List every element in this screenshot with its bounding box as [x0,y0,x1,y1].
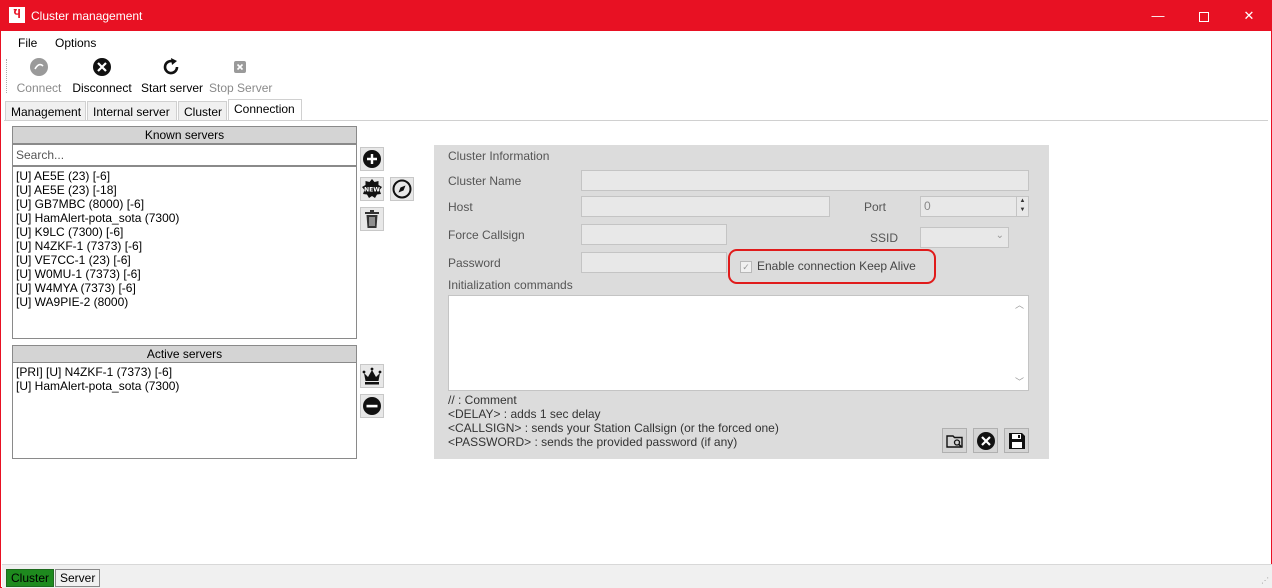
status-bar: Cluster Server ⋰ [2,564,1272,588]
active-servers-header: Active servers [12,345,357,363]
tab-bar: Management Internal server Cluster Conne… [1,99,1271,121]
compass-icon [392,179,412,199]
active-servers-list[interactable]: [PRI] [U] N4ZKF-1 (7373) [-6] [U] HamAle… [12,362,357,459]
app-window: Ⴏ Cluster management — ✕ File Options Co… [0,0,1272,588]
cluster-name-field[interactable] [581,170,1029,191]
folder-search-icon [945,434,963,448]
chevron-down-icon: ⌄ [995,230,1004,241]
spin-arrows-icon[interactable]: ▲ ▼ [1016,197,1028,216]
help-callsign: <CALLSIGN> : sends your Station Callsign… [448,421,779,435]
list-item[interactable]: [U] VE7CC-1 (23) [-6] [16,253,353,267]
tab-cluster[interactable]: Cluster [178,101,227,121]
delete-server-button[interactable] [360,207,384,231]
save-icon [1008,432,1025,449]
maximize-icon [1199,11,1209,22]
clear-commands-button[interactable] [973,428,998,453]
connect-button[interactable]: Connect [15,57,63,97]
list-item[interactable]: [U] HamAlert-pota_sota (7300) [16,211,353,225]
force-callsign-field[interactable] [581,224,727,245]
disconnect-icon [93,58,111,76]
connect-label: Connect [16,81,62,95]
stop-server-button[interactable]: Stop Server [209,57,273,97]
status-server-button[interactable]: Server [55,569,101,587]
help-delay: <DELAY> : adds 1 sec delay [448,407,601,421]
maximize-button[interactable] [1181,1,1227,31]
stop-icon [234,61,246,73]
port-value: 0 [924,199,931,213]
cluster-info-title: Cluster Information [448,149,550,163]
menu-options[interactable]: Options [55,36,96,50]
clear-circle-icon [976,431,995,450]
open-file-button[interactable] [942,428,967,453]
save-button[interactable] [1004,428,1029,453]
known-servers-list[interactable]: [U] AE5E (23) [-6] [U] AE5E (23) [-18] [… [12,166,357,339]
init-commands-label: Initialization commands [448,278,573,292]
add-server-button[interactable] [360,147,384,171]
crown-icon [362,367,382,385]
password-label: Password [448,256,501,270]
list-item[interactable]: [U] N4ZKF-1 (7373) [-6] [16,239,353,253]
list-item[interactable]: [U] W0MU-1 (7373) [-6] [16,267,353,281]
keep-alive-label[interactable]: Enable connection Keep Alive [757,259,916,273]
set-primary-button[interactable] [360,364,384,388]
cluster-name-label: Cluster Name [448,174,522,188]
scroll-up-icon[interactable]: ︿ [1015,298,1024,311]
list-item[interactable]: [PRI] [U] N4ZKF-1 (7373) [-6] [16,365,353,379]
ssid-select[interactable]: ⌄ [920,227,1009,248]
minus-circle-icon [363,397,381,415]
list-item[interactable]: [U] W4MYA (7373) [-6] [16,281,353,295]
help-password: <PASSWORD> : sends the provided password… [448,435,738,449]
host-label: Host [448,200,473,214]
host-field[interactable] [581,196,830,217]
keep-alive-checkbox[interactable]: ✓ [740,261,752,273]
app-icon: Ⴏ [9,7,25,23]
disconnect-label: Disconnect [72,81,132,95]
new-server-button[interactable]: NEW [360,177,384,201]
window-title: Cluster management [31,9,143,23]
search-input[interactable] [12,144,357,166]
list-item[interactable]: [U] AE5E (23) [-18] [16,183,353,197]
force-callsign-label: Force Callsign [448,228,525,242]
list-item[interactable]: [U] HamAlert-pota_sota (7300) [16,379,353,393]
menu-bar: File Options [1,32,1271,54]
remove-active-button[interactable] [360,394,384,418]
tab-internal-server[interactable]: Internal server [87,101,177,121]
resize-grip-icon[interactable]: ⋰ [1261,576,1269,585]
trash-icon [365,210,379,228]
keep-alive-highlight: ✓ Enable connection Keep Alive [728,249,936,284]
help-comment: // : Comment [448,393,517,407]
tab-connection[interactable]: Connection [228,99,302,121]
start-server-button[interactable]: Start server [141,57,204,97]
list-item[interactable]: [U] WA9PIE-2 (8000) [16,295,353,309]
start-server-label: Start server [141,81,204,95]
known-servers-header: Known servers [12,126,357,144]
tab-management[interactable]: Management [5,101,86,121]
title-bar: Ⴏ Cluster management — ✕ [1,1,1271,31]
svg-text:NEW: NEW [364,187,380,194]
minimize-button[interactable]: — [1135,1,1181,31]
connect-icon [30,58,48,76]
ssid-label: SSID [870,231,899,245]
list-item[interactable]: [U] AE5E (23) [-6] [16,169,353,183]
cluster-info-panel: Cluster Information Cluster Name Host Po… [434,145,1049,459]
list-item[interactable]: [U] K9LC (7300) [-6] [16,225,353,239]
init-commands-textarea[interactable]: ︿ ﹀ [448,295,1029,391]
list-item[interactable]: [U] GB7MBC (8000) [-6] [16,197,353,211]
status-cluster-button[interactable]: Cluster [6,569,55,587]
close-button[interactable]: ✕ [1226,1,1272,31]
refresh-icon [163,58,179,75]
port-stepper[interactable]: 0 ▲ ▼ [920,196,1029,217]
toolbar: Connect Disconnect Start server Stop Ser… [1,54,1271,98]
toolbar-grip [6,59,8,93]
new-badge-icon: NEW [362,179,382,198]
plus-circle-icon [363,150,381,168]
disconnect-button[interactable]: Disconnect [71,57,133,97]
edit-server-button[interactable] [390,177,414,201]
password-field[interactable] [581,252,727,273]
port-label: Port [864,200,887,214]
scroll-down-icon[interactable]: ﹀ [1015,375,1024,388]
menu-file[interactable]: File [18,36,37,50]
stop-server-label: Stop Server [209,81,273,95]
